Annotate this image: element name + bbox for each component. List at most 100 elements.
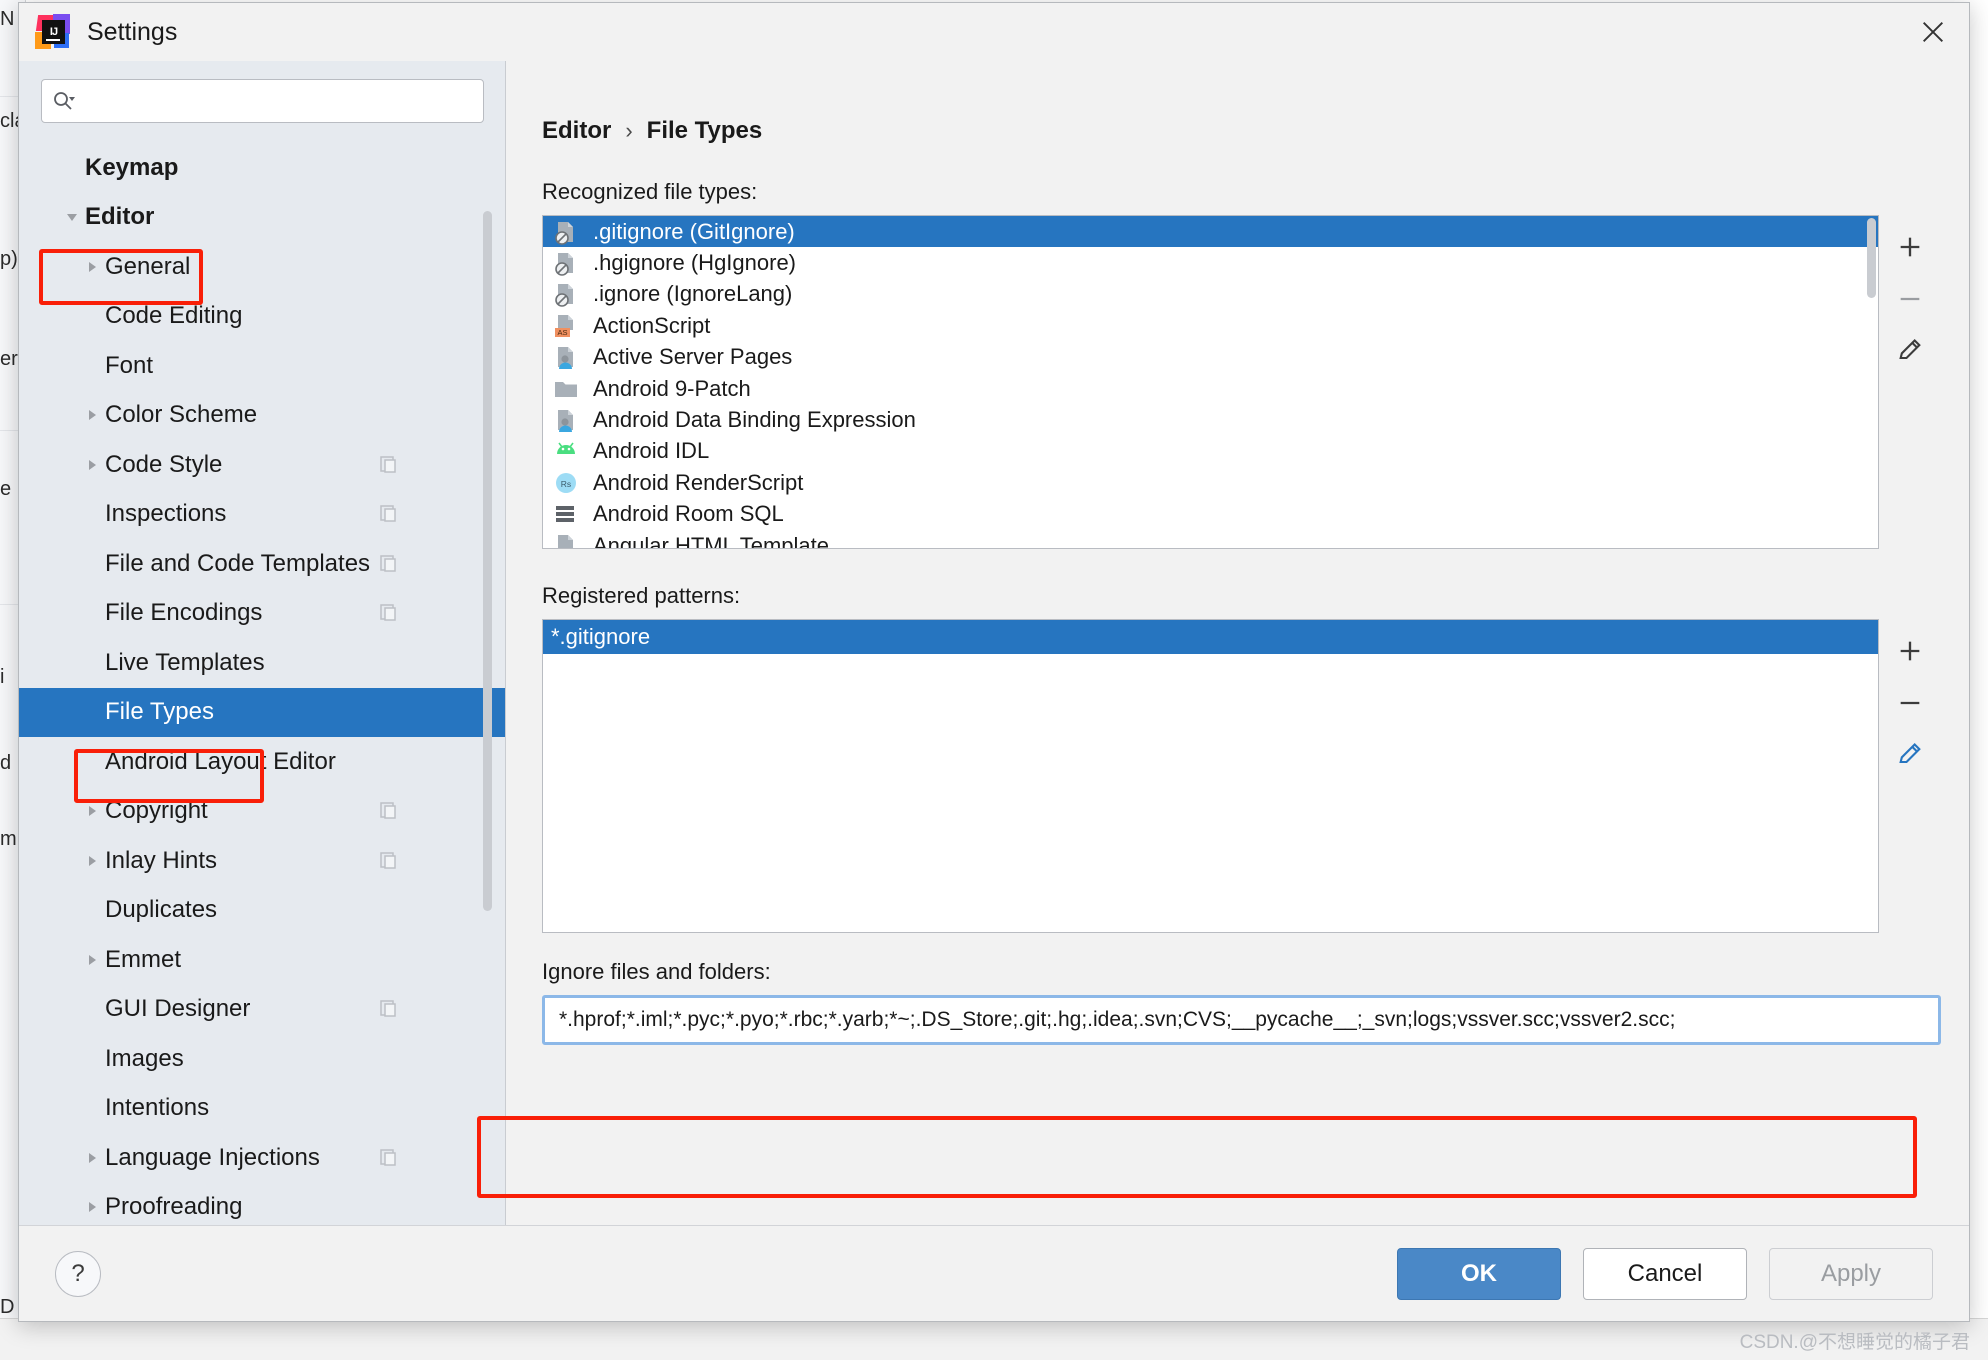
file-type-row[interactable]: AS ActionScript — [543, 310, 1878, 341]
dialog-title: Settings — [87, 17, 178, 46]
ignore-files-input[interactable] — [542, 995, 1941, 1045]
sidebar-item-label: GUI Designer — [105, 995, 251, 1023]
copy-settings-icon[interactable] — [378, 850, 400, 872]
settings-dialog: IJ Settings Keymap Editor General Code E… — [18, 2, 1970, 1322]
sidebar-item-inspections[interactable]: Inspections — [19, 490, 506, 540]
add-pattern-button[interactable] — [1882, 625, 1938, 677]
android-icon — [553, 438, 579, 464]
file-type-name: Android Room SQL — [593, 501, 784, 527]
search-input[interactable] — [78, 90, 473, 112]
watermark: CSDN.@不想睡觉的橘子君 — [1739, 1332, 1970, 1353]
chevron-down-icon[interactable] — [59, 204, 85, 230]
chevron-right-icon[interactable] — [79, 452, 105, 478]
sidebar-item-android-layout-editor[interactable]: Android Layout Editor — [19, 737, 506, 787]
file-type-name: Angular HTML Template — [593, 532, 829, 549]
logo-core-text: IJ — [42, 20, 65, 44]
remove-pattern-button[interactable] — [1882, 677, 1938, 729]
sidebar-item-gui-designer[interactable]: GUI Designer — [19, 985, 506, 1035]
sidebar-item-general[interactable]: General — [19, 242, 506, 292]
sidebar-item-label: File Types — [105, 698, 214, 726]
sidebar-item-editor[interactable]: Editor — [19, 193, 506, 243]
copy-settings-icon[interactable] — [378, 1147, 400, 1169]
edit-pattern-button[interactable] — [1882, 729, 1938, 781]
sidebar-item-file-types[interactable]: File Types — [19, 687, 506, 737]
search-box[interactable] — [41, 79, 484, 123]
file-type-row[interactable]: Android Data Binding Expression — [543, 404, 1878, 435]
file-type-row[interactable]: .ignore (IgnoreLang) — [543, 279, 1878, 310]
sidebar-item-copyright[interactable]: Copyright — [19, 787, 506, 837]
sidebar-item-intentions[interactable]: Intentions — [19, 1084, 506, 1134]
chevron-right-icon[interactable] — [79, 947, 105, 973]
pattern-row[interactable]: *.gitignore — [543, 620, 1878, 654]
sidebar-item-font[interactable]: Font — [19, 341, 506, 391]
file-type-row[interactable]: .gitignore (GitIgnore) — [543, 216, 1878, 248]
bg-fragment: i — [0, 666, 5, 688]
sidebar-item-file-and-code-templates[interactable]: File and Code Templates — [19, 539, 506, 589]
breadcrumb-current: File Types — [646, 117, 763, 144]
chevron-right-icon[interactable] — [79, 1145, 105, 1171]
breadcrumb-root[interactable]: Editor — [542, 117, 611, 145]
sidebar-item-label: Emmet — [105, 945, 182, 973]
sidebar-scrollbar[interactable] — [483, 211, 492, 911]
file-type-row[interactable]: Android Room SQL — [543, 499, 1878, 530]
close-icon[interactable] — [1897, 3, 1969, 61]
bg-fragment: e — [0, 478, 12, 500]
copy-settings-icon[interactable] — [378, 553, 400, 575]
search-icon — [52, 88, 78, 114]
sidebar-item-code-editing[interactable]: Code Editing — [19, 292, 506, 342]
file-ignore-icon — [553, 219, 579, 245]
cancel-button[interactable]: Cancel — [1583, 1247, 1747, 1300]
sidebar-item-label: Duplicates — [105, 896, 218, 924]
file-person-icon — [553, 344, 579, 370]
settings-tree[interactable]: Keymap Editor General Code Editing Font Color… — [19, 135, 506, 1225]
file-type-name: ActionScript — [593, 312, 711, 338]
file-type-row[interactable]: Android IDL — [543, 436, 1878, 467]
registered-patterns-list[interactable]: *.gitignore — [542, 619, 1879, 933]
sidebar-item-color-scheme[interactable]: Color Scheme — [19, 391, 506, 441]
file-types-scrollbar[interactable] — [1867, 218, 1876, 298]
bg-fragment: N — [0, 8, 15, 30]
file-type-row[interactable]: Angular HTML Template — [543, 530, 1878, 549]
help-button[interactable]: ? — [55, 1250, 101, 1297]
sidebar-item-code-style[interactable]: Code Style — [19, 440, 506, 490]
sidebar-item-keymap[interactable]: Keymap — [19, 143, 506, 193]
file-type-name: .hgignore (HgIgnore) — [593, 250, 797, 276]
sidebar-item-emmet[interactable]: Emmet — [19, 935, 506, 985]
file-type-row[interactable]: .hgignore (HgIgnore) — [543, 247, 1878, 278]
chevron-right-icon[interactable] — [79, 254, 105, 280]
sidebar-item-label: Intentions — [105, 1094, 210, 1122]
sidebar-item-label: Inspections — [105, 500, 227, 528]
chevron-right-icon[interactable] — [79, 1194, 105, 1220]
sidebar-item-duplicates[interactable]: Duplicates — [19, 886, 506, 936]
file-type-name: Active Server Pages — [593, 344, 793, 370]
ignore-section: Ignore files and folders: — [506, 933, 1969, 1045]
copy-settings-icon[interactable] — [378, 503, 400, 525]
intellij-logo-icon: IJ — [35, 14, 71, 50]
add-file-type-button[interactable] — [1882, 221, 1938, 273]
remove-file-type-button[interactable] — [1882, 273, 1938, 325]
recognized-file-types-list[interactable]: .gitignore (GitIgnore) .hgignore (HgIgnor… — [542, 215, 1879, 549]
sidebar-item-inlay-hints[interactable]: Inlay Hints — [19, 836, 506, 886]
file-type-row[interactable]: Rs Android RenderScript — [543, 467, 1878, 498]
file-type-row[interactable]: Android 9-Patch — [543, 373, 1878, 404]
copy-settings-icon[interactable] — [378, 602, 400, 624]
sidebar-item-proofreading[interactable]: Proofreading — [19, 1183, 506, 1226]
apply-button: Apply — [1769, 1247, 1933, 1300]
sidebar-item-images[interactable]: Images — [19, 1034, 506, 1084]
copy-settings-icon[interactable] — [378, 998, 400, 1020]
pattern-name: *.gitignore — [551, 624, 651, 649]
chevron-right-icon[interactable] — [79, 798, 105, 824]
copy-settings-icon[interactable] — [378, 800, 400, 822]
copy-settings-icon[interactable] — [378, 454, 400, 476]
file-type-row[interactable]: Active Server Pages — [543, 342, 1878, 373]
sidebar-item-language-injections[interactable]: Language Injections — [19, 1133, 506, 1183]
chevron-right-icon[interactable] — [79, 402, 105, 428]
chevron-right-icon[interactable] — [79, 848, 105, 874]
sidebar-item-file-encodings[interactable]: File Encodings — [19, 589, 506, 639]
ok-button[interactable]: OK — [1397, 1247, 1561, 1300]
sidebar-item-live-templates[interactable]: Live Templates — [19, 638, 506, 688]
edit-file-type-button[interactable] — [1882, 325, 1938, 377]
